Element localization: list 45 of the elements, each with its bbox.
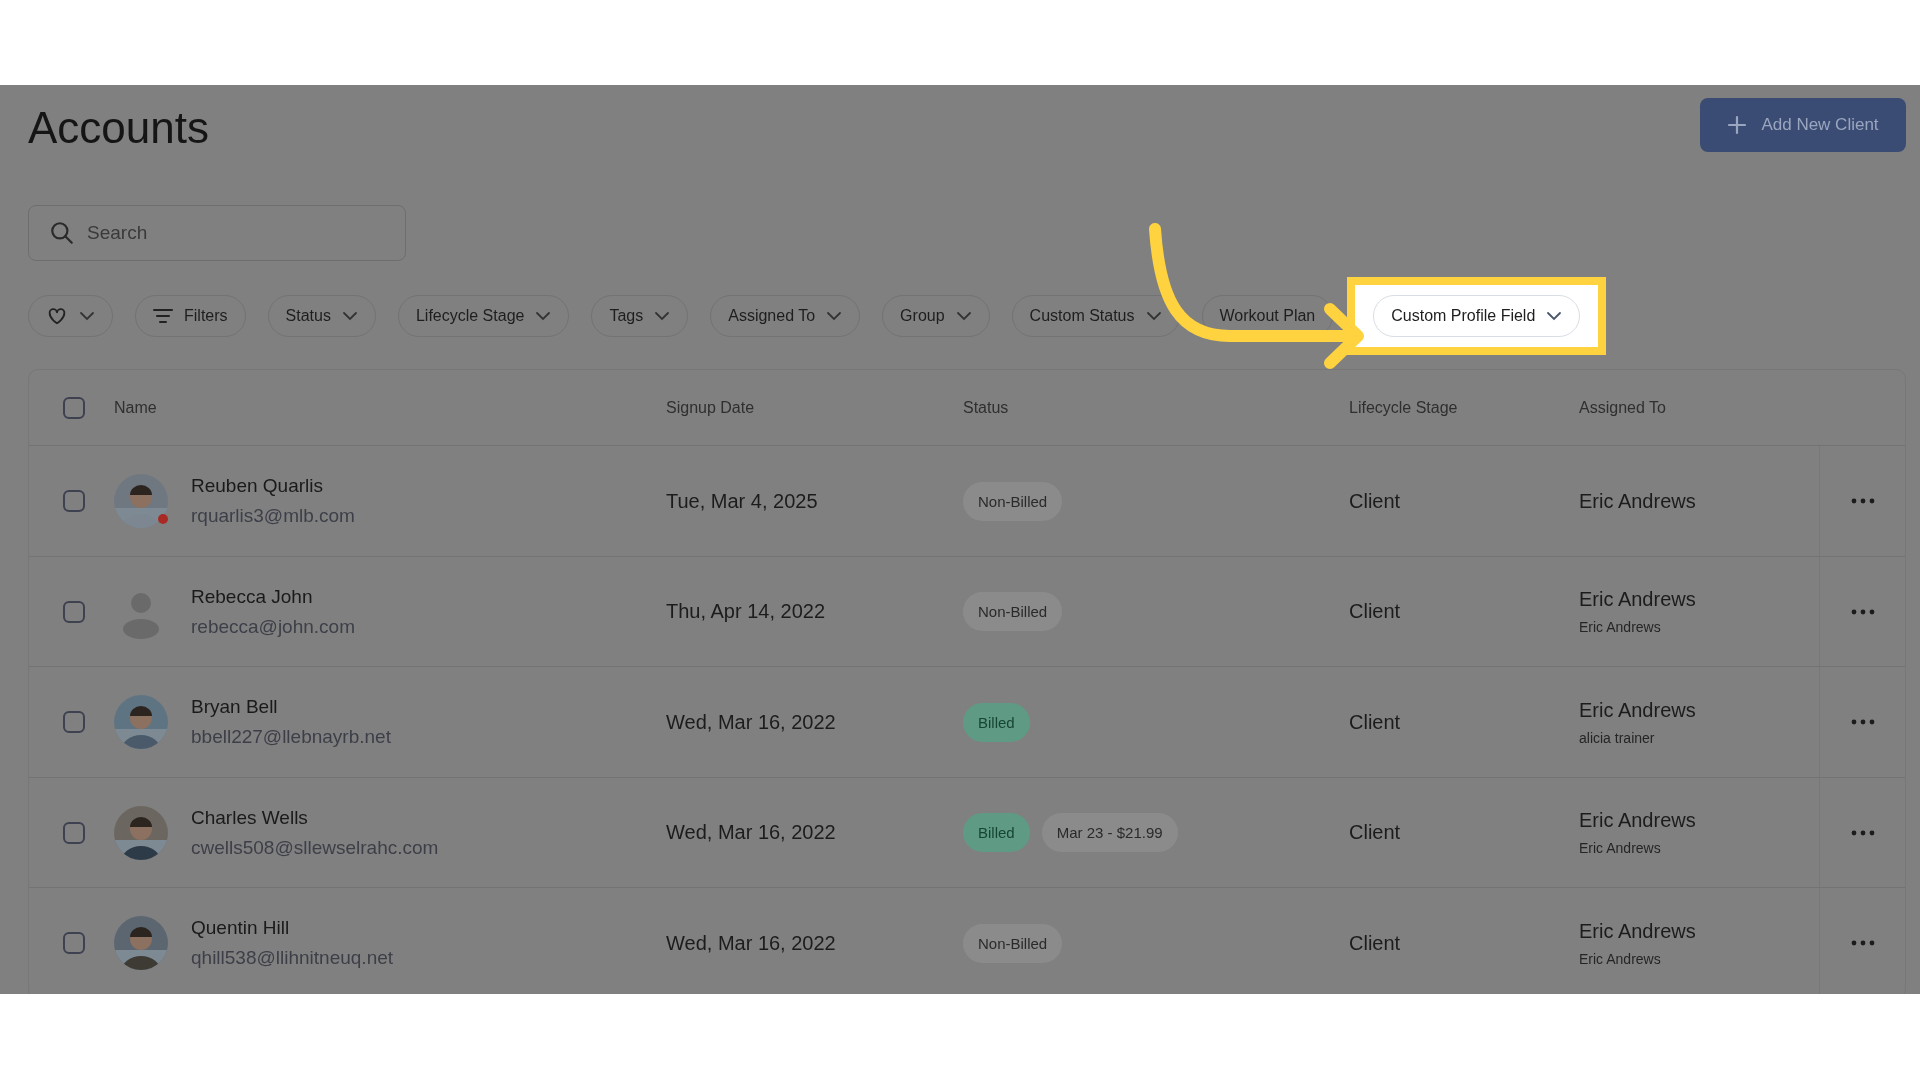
- page-title: Accounts: [28, 104, 209, 153]
- client-name[interactable]: Quentin Hill: [191, 917, 394, 940]
- assigned-coach: Eric Andrews: [1579, 919, 1696, 943]
- status-badge: Billed: [963, 702, 1030, 742]
- assigned-note: Eric Andrews: [1579, 840, 1661, 857]
- client-email: rquarlis3@mlb.com: [191, 505, 355, 528]
- search-field[interactable]: Search: [87, 206, 387, 261]
- lifecycle-stage: Client: [1349, 931, 1401, 955]
- assigned-note: Eric Andrews: [1579, 950, 1661, 967]
- assigned-coach: Eric Andrews: [1579, 489, 1696, 513]
- assigned-coach: Eric Andrews: [1579, 698, 1696, 722]
- signup-date: Wed, Mar 16, 2022: [666, 710, 836, 734]
- status-badge: Mar 23 - $21.99: [1041, 813, 1178, 853]
- client-name[interactable]: Rebecca John: [191, 585, 355, 608]
- column-header: Signup Date: [666, 398, 755, 417]
- assigned-coach: Eric Andrews: [1579, 809, 1696, 833]
- assigned-note: Eric Andrews: [1579, 619, 1661, 636]
- client-name[interactable]: Charles Wells: [191, 806, 439, 829]
- client-email: cwells508@sllewselrahc.com: [191, 836, 439, 859]
- signup-date: Wed, Mar 16, 2022: [666, 821, 836, 845]
- lifecycle-stage: Client: [1349, 821, 1401, 845]
- filter-dropdown[interactable]: Custom Profile Field: [1373, 295, 1581, 338]
- lifecycle-stage: Client: [1349, 489, 1401, 513]
- status-badge: Non-Billed: [963, 592, 1063, 632]
- client-name[interactable]: Bryan Bell: [191, 696, 391, 719]
- add-client-button[interactable]: Add New Client: [1700, 98, 1906, 152]
- signup-date: Thu, Apr 14, 2022: [666, 600, 825, 624]
- lifecycle-stage: Client: [1349, 600, 1401, 624]
- status-badge: Non-Billed: [963, 481, 1063, 521]
- lifecycle-stage: Client: [1349, 710, 1401, 734]
- client-email: bbell227@llebnayrb.net: [191, 726, 391, 749]
- column-header: Name: [114, 398, 157, 417]
- client-email: qhill538@llihnitneuq.net: [191, 947, 394, 970]
- column-header: Status: [963, 398, 1009, 417]
- column-header: Lifecycle Stage: [1349, 398, 1458, 417]
- assigned-coach: Eric Andrews: [1579, 588, 1696, 612]
- assigned-note: alicia trainer: [1579, 729, 1655, 746]
- status-badge: Billed: [963, 813, 1030, 853]
- column-header: Assigned To: [1579, 398, 1666, 417]
- signup-date: Tue, Mar 4, 2025: [666, 489, 818, 513]
- status-badge: Non-Billed: [963, 923, 1063, 963]
- client-email: rebecca@john.com: [191, 615, 355, 638]
- search-box[interactable]: Search: [28, 205, 406, 262]
- signup-date: Wed, Mar 16, 2022: [666, 931, 836, 955]
- client-name[interactable]: Reuben Quarlis: [191, 475, 355, 498]
